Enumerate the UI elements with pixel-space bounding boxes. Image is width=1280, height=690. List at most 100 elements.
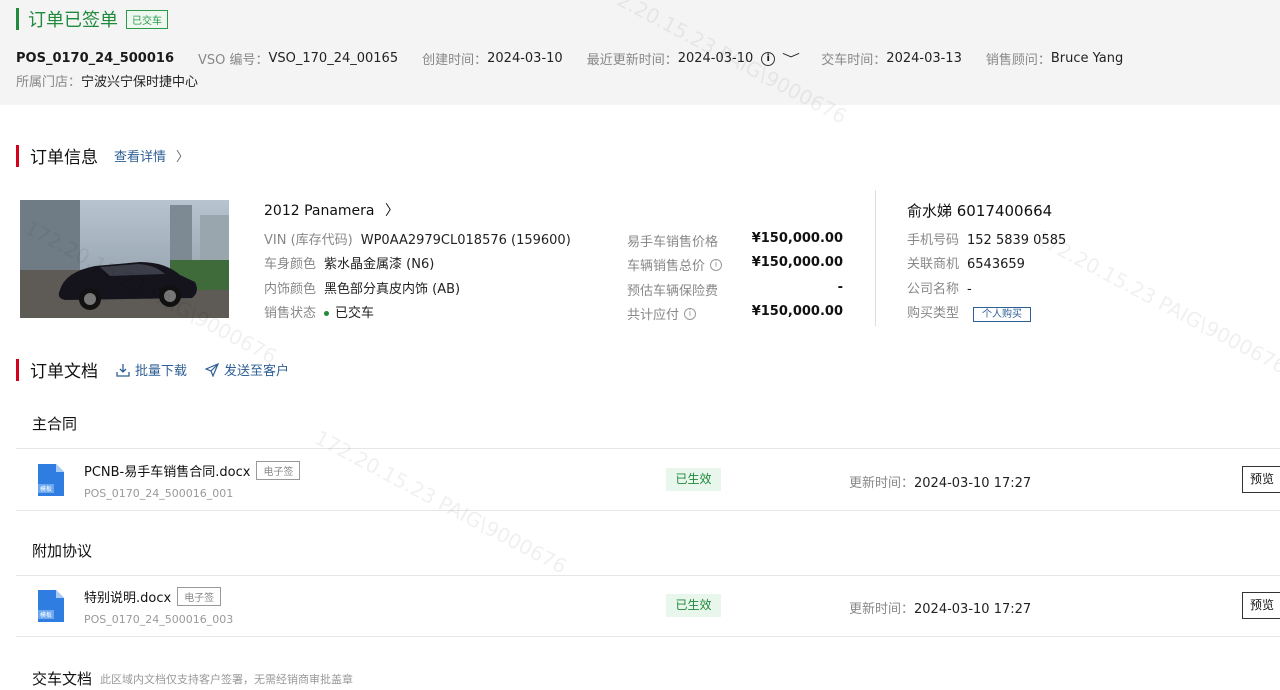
send-to-customer-label[interactable]: 发送至客户 [224,360,289,379]
phone-value: 152 5839 0585 [967,233,1067,248]
esign-badge: 电子签 [256,461,301,480]
price-label: 共计应付 [627,308,680,323]
batch-download-button[interactable]: 批量下载 [116,360,187,379]
watermark: 172.20.15.23 PAIG\9000676 [1030,225,1280,379]
company-row: 公司名称 - [907,278,972,297]
vin-value: WP0AA2979CL018576 (159600) [360,233,571,248]
main-contract-title: 主合同 [32,415,78,433]
download-icon[interactable] [116,363,130,377]
sale-status-row: 销售状态 已交车 [264,302,374,321]
created-label: 创建时间： [422,53,488,68]
phone-label: 手机号码 [907,233,960,248]
store-row: 所属门店：宁波兴宁保时捷中心 [16,71,222,90]
color-label: 车身颜色 [264,257,317,272]
chevron-down-icon[interactable]: ﹀ [782,50,800,67]
updated-value: 2024-03-10 [677,51,754,66]
info-icon[interactable]: i [710,258,723,271]
vso-label: VSO 编号： [198,53,269,68]
document-status-badge: 已生效 [666,468,721,491]
view-details-label[interactable]: 查看详情 [114,146,166,165]
color-value: 紫水晶金属漆 (N6) [324,257,435,272]
consultant-value: Bruce Yang [1050,51,1124,66]
company-label: 公司名称 [907,282,960,297]
document-code: POS_0170_24_500016_001 [84,487,234,500]
price-value: ¥150,000.00 [751,231,843,246]
info-icon[interactable]: i [684,307,697,320]
chevron-right-icon[interactable]: 〉 [385,203,399,219]
section-accent-bar [16,358,19,381]
document-name[interactable]: PCNB-易手车销售合同.docx [84,461,250,480]
interior-value: 黑色部分真皮内饰 (AB) [324,282,461,297]
vertical-divider [875,190,876,326]
view-details-link[interactable]: 查看详情 〉 [114,146,189,165]
updated-label: 更新时间： [849,602,915,617]
preview-button[interactable]: 预览 [1242,592,1280,619]
delivery-label: 交车时间： [821,53,887,68]
title-accent-bar [16,8,19,30]
customer-name: 俞水娣 6017400664 [907,202,1053,220]
phone-row: 手机号码 152 5839 0585 [907,229,1066,248]
divider [16,448,1280,449]
status-dot-icon [324,311,330,316]
order-info-title: 订单信息 [30,148,98,168]
price-label: 车辆销售总价 [627,259,706,274]
order-meta-row: POS_0170_24_500016 VSO 编号： VSO_170_24_00… [16,49,1147,68]
document-code: POS_0170_24_500016_003 [84,613,234,626]
dealer-row: 关联商机 6543659 [907,253,1025,272]
divider [16,636,1280,637]
page-title: 订单已签单 [28,10,118,31]
car-model-label[interactable]: 2012 Panamera [264,203,375,219]
batch-download-label[interactable]: 批量下载 [135,360,187,379]
vin-label: VIN (库存代码) [264,233,353,248]
delivery-value: 2024-03-13 [886,51,962,66]
chevron-right-icon[interactable]: 〉 [176,146,189,165]
document-updated: 更新时间：2024-03-10 17:27 [849,472,1031,491]
documents-header: 订单文档 批量下载 发送至客户 [16,357,289,382]
section-accent-bar [16,144,19,167]
company-value: - [967,282,972,297]
send-icon[interactable] [205,362,220,377]
sale-status-value: 已交车 [335,306,375,321]
sale-status-label: 销售状态 [264,306,317,321]
price-value: ¥150,000.00 [751,255,843,270]
esign-badge: 电子签 [177,587,222,606]
buy-type-row: 购买类型 个人购买 [907,302,1032,322]
status-badge: 已交车 [126,9,168,29]
car-photo [20,200,229,318]
divider [16,510,1280,511]
delivery-docs-header: 交车文档 此区域内文档仅支持客户签署，无需经销商审批盖章 [32,668,353,689]
buy-type-label: 购买类型 [907,306,960,321]
consultant-label: 销售顾问： [985,53,1051,68]
car-photo-illustration [20,200,229,318]
price-value: ¥150,000.00 [751,304,843,319]
doc-icon-label: 模板 [40,485,52,493]
title-row: 订单已签单 已交车 [16,6,168,32]
document-name-row: 特别说明.docx 电子签 [84,587,222,606]
document-name-row: PCNB-易手车销售合同.docx 电子签 [84,461,301,480]
info-icon[interactable]: i [761,51,776,66]
vso-value: VSO_170_24_00165 [268,51,399,66]
price-row: 车辆销售总价 i ¥150,000.00 [627,255,843,274]
price-label: 预估车辆保险费 [627,284,719,299]
car-model[interactable]: 2012 Panamera 〉 [264,200,399,220]
opportunity-label: 关联商机 [907,257,960,272]
document-name[interactable]: 特别说明.docx [84,587,171,606]
opportunity-value: 6543659 [967,257,1025,272]
store-value: 宁波兴宁保时捷中心 [81,75,199,90]
delivery-docs-hint: 此区域内文档仅支持客户签署，无需经销商审批盖章 [100,672,354,686]
pos-number: POS_0170_24_500016 [16,51,174,66]
price-row: 易手车销售价格 ¥150,000.00 [627,231,843,250]
interior-row: 内饰颜色 黑色部分真皮内饰 (AB) [264,278,460,297]
updated-value: 2024-03-10 17:27 [914,476,1032,491]
send-to-customer-button[interactable]: 发送至客户 [205,360,289,379]
store-label: 所属门店： [16,75,82,90]
order-info-header: 订单信息 查看详情 〉 [16,143,189,168]
document-updated: 更新时间：2024-03-10 17:27 [849,598,1031,617]
price-label: 易手车销售价格 [627,235,719,250]
color-row: 车身颜色 紫水晶金属漆 (N6) [264,253,434,272]
document-status-badge: 已生效 [666,594,721,617]
divider [16,575,1280,576]
price-label-wrap: 车辆销售总价 i [627,255,723,274]
preview-button[interactable]: 预览 [1242,466,1280,493]
updated-value: 2024-03-10 17:27 [914,602,1032,617]
